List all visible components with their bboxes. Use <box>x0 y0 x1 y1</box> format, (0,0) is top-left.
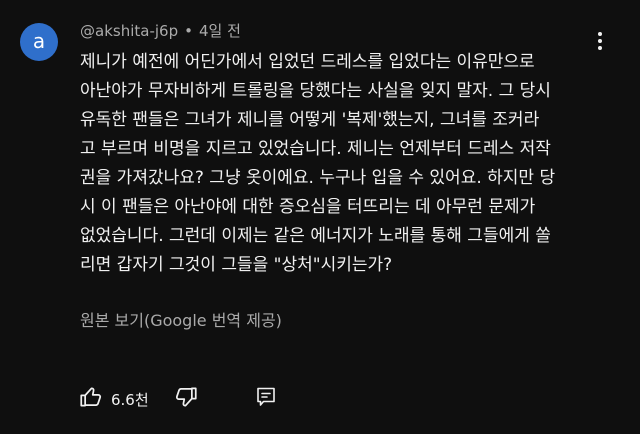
comment-header: @akshita-j6p • 4일 전 <box>80 20 241 41</box>
timestamp[interactable]: 4일 전 <box>199 22 241 40</box>
thumb-up-icon <box>78 384 104 414</box>
thumb-down-icon <box>173 384 199 414</box>
author-name[interactable]: @akshita-j6p <box>80 22 178 40</box>
comment-thread: a @akshita-j6p • 4일 전 제니가 예전에 어딘가에서 입었던 드레… <box>0 0 640 434</box>
avatar[interactable]: a <box>20 23 58 61</box>
comment-reply-icon <box>254 385 278 413</box>
dislike-button[interactable] <box>169 382 203 416</box>
reply-button[interactable] <box>249 382 283 416</box>
comment-text: 제니가 예전에 어딘가에서 입었던 드레스를 입었다는 이유만으로 아난야가 무… <box>80 52 556 275</box>
like-button[interactable] <box>74 382 108 416</box>
separator-dot: • <box>184 22 193 40</box>
action-toolbar: 6.6천 <box>74 382 283 416</box>
see-original-link[interactable]: 원본 보기(Google 번역 제공) <box>80 307 282 331</box>
like-count: 6.6천 <box>111 390 149 409</box>
